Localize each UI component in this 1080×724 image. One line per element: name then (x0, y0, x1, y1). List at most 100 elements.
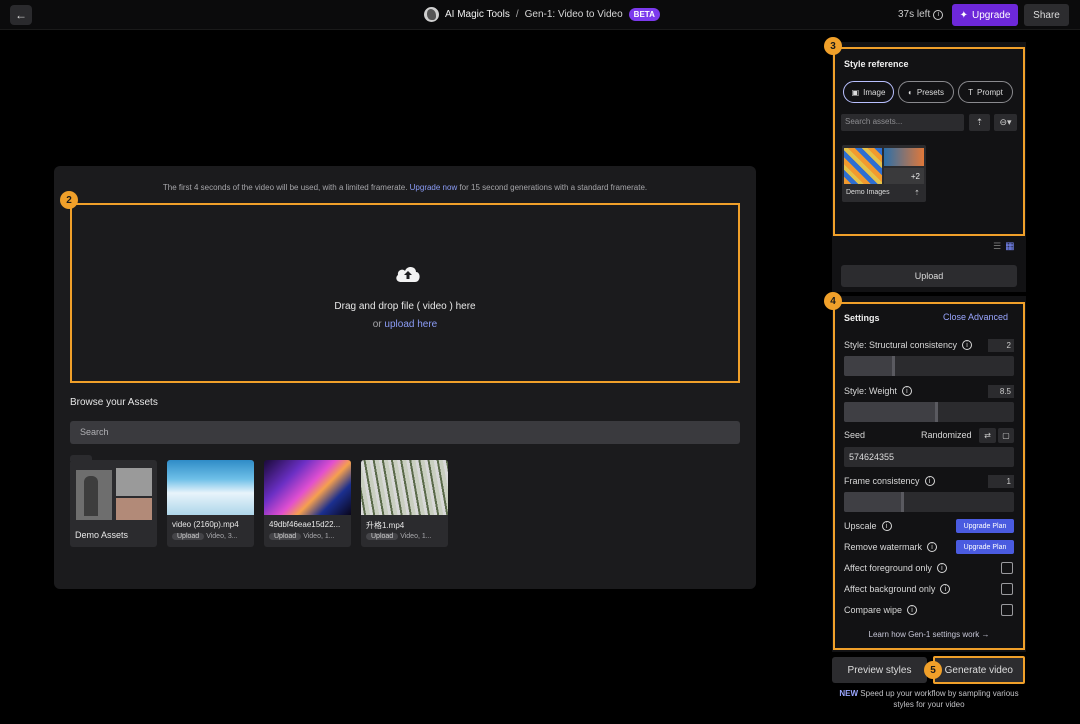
generate-video-button[interactable]: Generate video (933, 656, 1025, 684)
notice-prefix: The first 4 seconds of the video will be… (162, 183, 410, 192)
style-weight-slider[interactable] (844, 402, 1014, 422)
pin-button[interactable]: ⇡ (969, 114, 990, 131)
compare-wipe-text: Compare wipe (844, 605, 903, 615)
view-toggle: ☰ ▦ (993, 241, 1015, 252)
framerate-notice: The first 4 seconds of the video will be… (54, 183, 756, 192)
info-icon[interactable]: i (933, 9, 944, 20)
time-left: 37s left i (898, 9, 944, 20)
asset-type: Video, 1... (400, 533, 432, 540)
tab-prompt[interactable]: T Prompt (958, 81, 1013, 103)
upscale-text: Upscale (844, 521, 877, 531)
asset-meta: Upload Video, 1... (269, 533, 335, 540)
breadcrumb-app[interactable]: AI Magic Tools (445, 9, 510, 20)
demo-images-card[interactable]: +2 Demo Images ⇡ (842, 145, 926, 202)
asset-type: Video, 3... (206, 533, 238, 540)
structural-consistency-label: Style: Structural consistency i (844, 340, 973, 350)
asset-card[interactable]: 升格1.mp4 Upload Video, 1... (361, 460, 448, 547)
upgrade-button[interactable]: ✦ Upgrade (952, 4, 1018, 26)
demo-thumb-2 (884, 148, 924, 166)
frame-consistency-text: Frame consistency (844, 476, 920, 486)
image-icon: ▣ (851, 87, 860, 97)
demo-assets-folder[interactable]: Demo Assets (70, 460, 157, 547)
structural-consistency-value[interactable]: 2 (988, 339, 1014, 352)
asset-thumbnail (264, 460, 351, 515)
compare-wipe-checkbox[interactable] (1001, 604, 1013, 616)
drop-text: Drag and drop file ( video ) here (334, 301, 476, 312)
asset-card[interactable]: 49dbf46eae15d22... Upload Video, 1... (264, 460, 351, 547)
close-advanced-link[interactable]: Close Advanced (943, 312, 1008, 322)
info-icon[interactable]: i (924, 476, 935, 486)
remove-watermark-label: Remove watermark i (844, 542, 938, 552)
settings-title: Settings (844, 313, 880, 323)
search-assets-input[interactable]: Search assets... (841, 114, 964, 131)
watermark-upgrade-plan-button[interactable]: Upgrade Plan (956, 540, 1014, 554)
info-icon[interactable]: i (907, 605, 918, 615)
info-icon[interactable]: i (940, 584, 951, 594)
video-dropzone[interactable]: Drag and drop file ( video ) here or upl… (70, 203, 740, 383)
info-icon[interactable]: i (901, 386, 912, 396)
slider-fill (844, 492, 904, 512)
share-button[interactable]: Share (1024, 4, 1069, 26)
structural-consistency-slider[interactable] (844, 356, 1014, 376)
folder-thumb-3 (116, 498, 152, 520)
pin-icon[interactable]: ⇡ (914, 189, 920, 197)
preview-styles-button[interactable]: Preview styles (832, 657, 927, 683)
style-reference-highlight (833, 47, 1025, 236)
demo-extra-count: +2 (884, 168, 924, 184)
cloud-upload-icon (396, 266, 420, 282)
filter-button[interactable]: ⊖▾ (994, 114, 1017, 131)
info-icon[interactable]: i (936, 563, 947, 573)
tab-presets[interactable]: ◐ Presets (898, 81, 954, 103)
step-badge-3: 3 (824, 37, 842, 55)
learn-settings-link[interactable]: Learn how Gen-1 settings work → (833, 630, 1025, 639)
background-only-checkbox[interactable] (1001, 583, 1013, 595)
folder-thumb-2 (116, 468, 152, 496)
style-reference-title: Style reference (844, 59, 909, 69)
seed-input[interactable]: 574624355 (844, 447, 1014, 467)
foreground-only-label: Affect foreground only i (844, 563, 947, 573)
upload-button[interactable]: Upload (841, 265, 1017, 287)
back-button[interactable]: ← (10, 5, 32, 25)
style-weight-value[interactable]: 8.5 (988, 385, 1014, 398)
folder-name: Demo Assets (75, 530, 129, 540)
asset-name: video (2160p).mp4 (172, 520, 239, 529)
asset-meta: Upload Video, 1... (366, 533, 432, 540)
drop-or: or (372, 319, 385, 330)
upgrade-now-link[interactable]: Upgrade now (410, 183, 458, 192)
asset-name: 49dbf46eae15d22... (269, 520, 341, 529)
main-panel: The first 4 seconds of the video will be… (54, 166, 756, 589)
frame-consistency-slider[interactable] (844, 492, 1014, 512)
asset-type: Video, 1... (303, 533, 335, 540)
copy-button[interactable]: ▢ (998, 428, 1014, 443)
tab-image[interactable]: ▣ Image (843, 81, 894, 103)
asset-thumbnail (167, 460, 254, 515)
upscale-upgrade-plan-button[interactable]: Upgrade Plan (956, 519, 1014, 533)
asset-tag: Upload (366, 533, 399, 540)
frame-consistency-label: Frame consistency i (844, 476, 935, 486)
frame-consistency-value[interactable]: 1 (988, 475, 1014, 488)
info-icon[interactable]: i (881, 521, 892, 531)
grid-view-icon[interactable]: ▦ (1005, 241, 1014, 252)
asset-tag: Upload (269, 533, 302, 540)
upload-here-link[interactable]: upload here (384, 319, 437, 330)
randomized-label: Randomized (921, 430, 972, 440)
top-bar: ← AI Magic Tools / Gen-1: Video to Video… (0, 0, 1080, 30)
shuffle-button[interactable]: ⇄ (979, 428, 996, 443)
info-icon[interactable]: i (962, 340, 973, 350)
asset-name: 升格1.mp4 (366, 521, 405, 530)
time-left-text: 37s left (898, 9, 931, 20)
notice-suffix: for 15 second generations with a standar… (457, 183, 648, 192)
asset-search-input[interactable]: Search (70, 421, 740, 444)
filter-icon: ⊖▾ (999, 117, 1012, 127)
step-badge-4: 4 (824, 292, 842, 310)
structural-consistency-text: Style: Structural consistency (844, 340, 958, 350)
background-only-text: Affect background only (844, 584, 936, 594)
foreground-only-checkbox[interactable] (1001, 562, 1013, 574)
demo-images-name: Demo Images (846, 189, 890, 196)
list-view-icon[interactable]: ☰ (993, 241, 1001, 252)
style-weight-label: Style: Weight i (844, 386, 912, 396)
new-feature-text: Speed up your workflow by sampling vario… (858, 689, 1019, 709)
tab-prompt-label: Prompt (977, 87, 1003, 97)
asset-card[interactable]: video (2160p).mp4 Upload Video, 3... (167, 460, 254, 547)
info-icon[interactable]: i (927, 542, 938, 552)
